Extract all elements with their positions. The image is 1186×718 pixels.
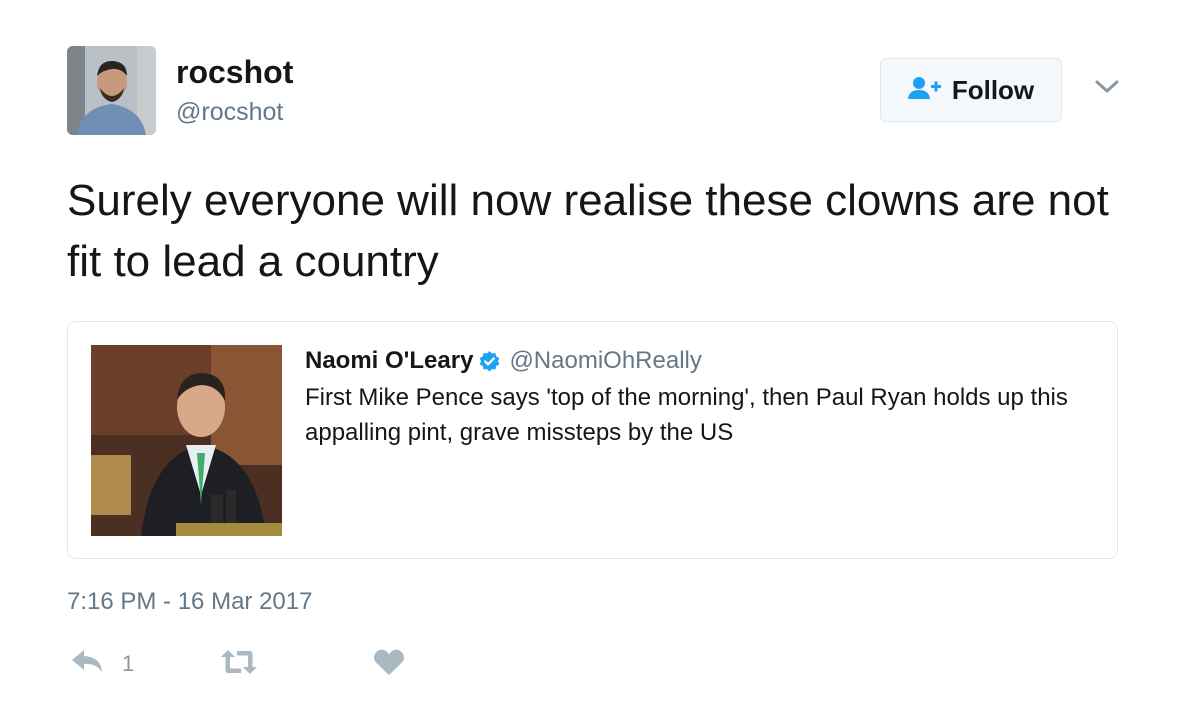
quoted-tweet-image bbox=[91, 345, 282, 536]
reply-button[interactable]: 1 bbox=[70, 648, 134, 679]
verified-badge-icon bbox=[478, 350, 501, 373]
tweet-text: Surely everyone will now realise these c… bbox=[67, 176, 1109, 286]
heart-icon bbox=[373, 648, 405, 681]
like-button[interactable] bbox=[373, 648, 405, 681]
author-avatar[interactable] bbox=[67, 46, 156, 135]
quoted-tweet-text: First Mike Pence says 'top of the mornin… bbox=[305, 384, 1068, 446]
follow-button[interactable]: Follow bbox=[880, 58, 1062, 122]
quoted-author-screen-name[interactable]: @NaomiOhReally bbox=[509, 349, 701, 373]
author-display-name[interactable]: rocshot bbox=[176, 56, 293, 88]
quoted-tweet-card[interactable]: Naomi O'Leary @NaomiOhReally First Mike … bbox=[67, 321, 1118, 559]
chevron-down-icon[interactable] bbox=[1093, 76, 1121, 98]
author-screen-name[interactable]: @rocshot bbox=[176, 100, 283, 125]
reply-icon bbox=[70, 648, 104, 679]
retweet-icon bbox=[220, 648, 258, 681]
follow-user-plus-icon bbox=[907, 76, 942, 105]
retweet-button[interactable] bbox=[220, 648, 258, 681]
follow-button-label: Follow bbox=[951, 74, 1035, 105]
quoted-tweet-header: Naomi O'Leary @NaomiOhReally bbox=[305, 349, 702, 373]
reply-count: 1 bbox=[122, 650, 135, 676]
tweet-timestamp[interactable]: 7:16 PM - 16 Mar 2017 bbox=[67, 588, 312, 616]
quoted-author-name[interactable]: Naomi O'Leary bbox=[305, 349, 473, 373]
